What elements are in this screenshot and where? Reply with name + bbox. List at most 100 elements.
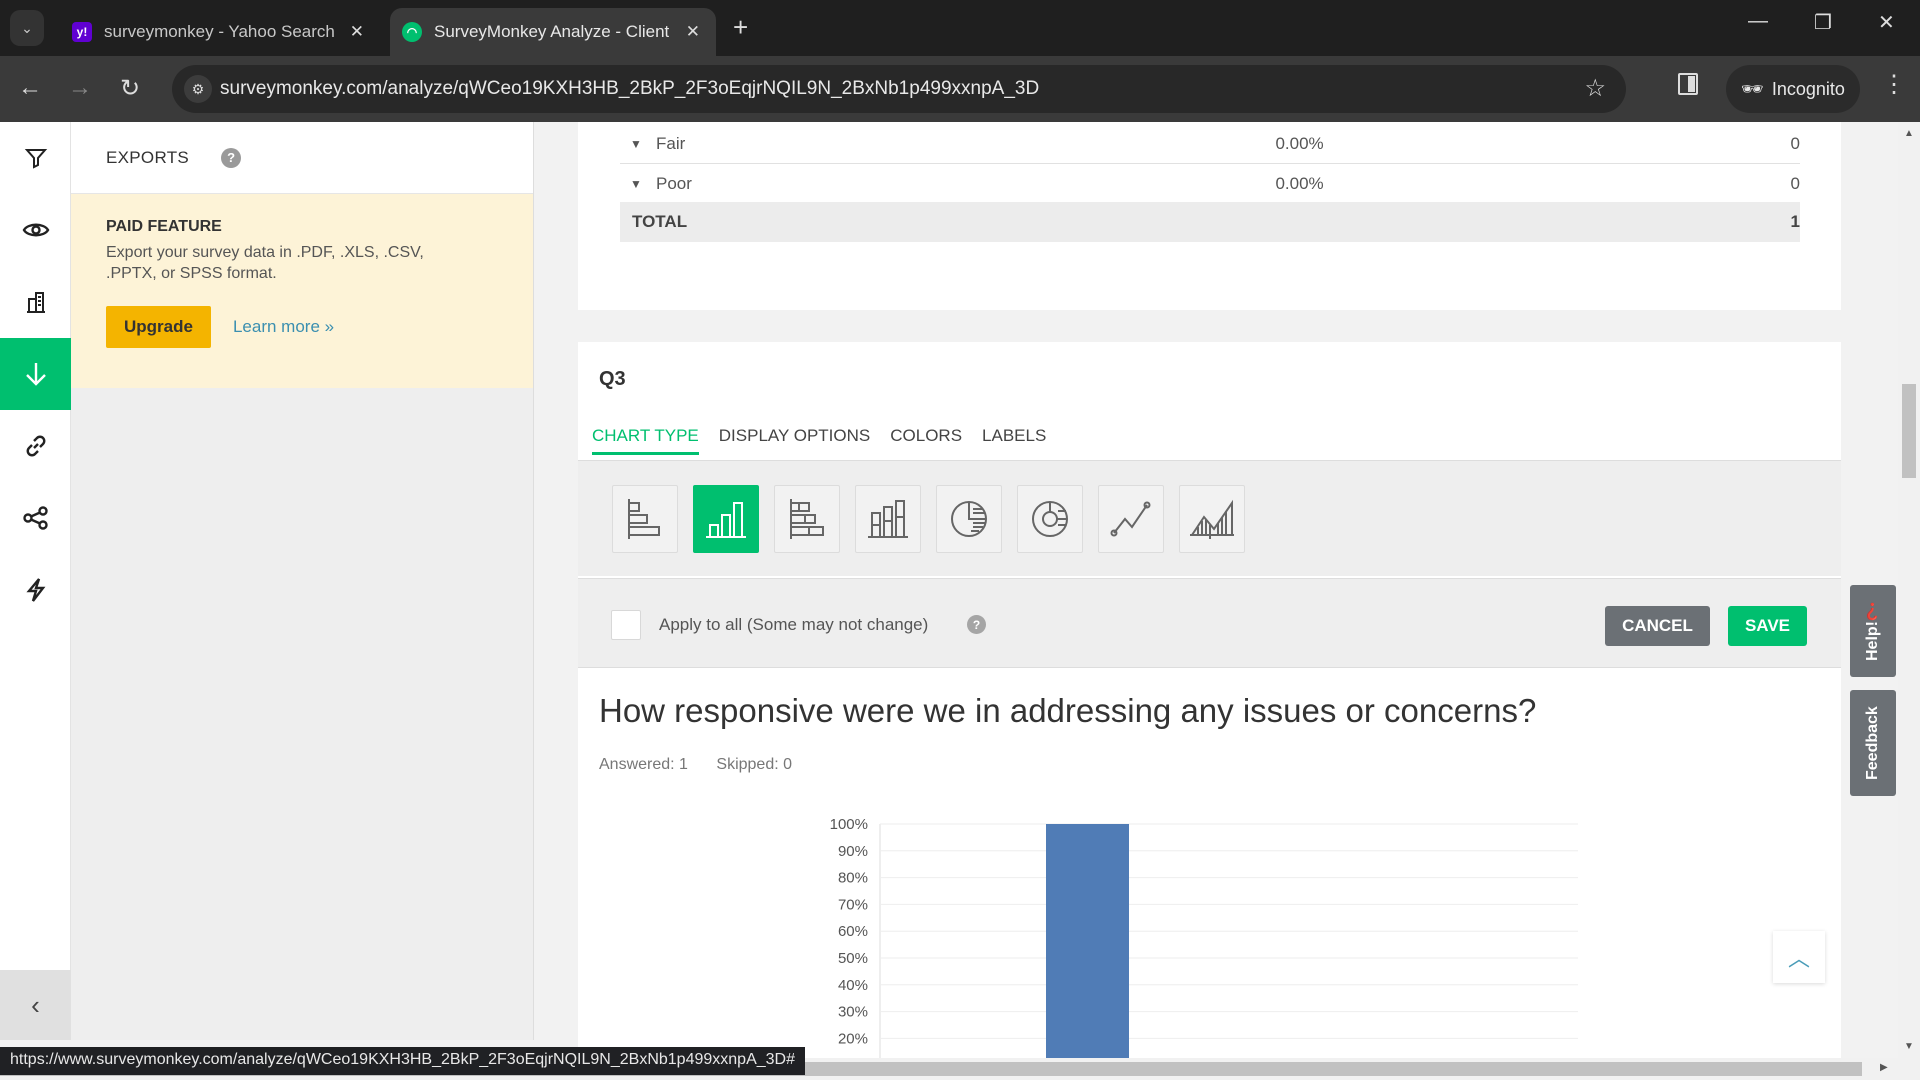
scroll-up-arrow[interactable]: ▲ — [1904, 128, 1914, 139]
chart-type-line[interactable] — [1098, 485, 1164, 553]
left-icon-rail: ‹ — [0, 122, 71, 1040]
upgrade-button[interactable]: Upgrade — [106, 306, 211, 348]
paid-feature-description: Export your survey data in .PDF, .XLS, .… — [106, 244, 424, 282]
y-tick-label: 90% — [838, 843, 868, 860]
save-button[interactable]: SAVE — [1728, 606, 1807, 646]
response-chart: 100% 90% 80% 70% 60% 50% 40% 30% 20% — [830, 816, 1578, 1060]
table-row: ▼ Poor 0.00% 0 — [620, 164, 1800, 204]
tab-label: SurveyMonkey Analyze - Client — [434, 22, 669, 41]
scroll-down-arrow[interactable]: ▼ — [1904, 1041, 1914, 1052]
bookmark-star-icon[interactable]: ☆ — [1584, 74, 1606, 103]
caret-down-icon[interactable]: ▼ — [620, 177, 656, 191]
lightning-icon — [25, 578, 45, 602]
new-tab-button[interactable]: + — [733, 12, 748, 43]
rail-filter[interactable] — [0, 122, 71, 194]
answer-percent: 0.00% — [1275, 173, 1324, 193]
address-bar[interactable]: ⚙ surveymonkey.com/analyze/qWCeo19KXH3HB… — [172, 65, 1626, 113]
apply-to-all-checkbox[interactable] — [611, 610, 641, 640]
help-side-tab[interactable]: Help! ❓ — [1850, 585, 1896, 677]
help-tab-label: Help! — [1864, 620, 1881, 661]
y-tick-label: 40% — [838, 977, 868, 994]
tab-labels[interactable]: LABELS — [982, 426, 1046, 455]
forward-icon[interactable]: → — [68, 74, 92, 102]
chart-type-donut[interactable] — [1017, 485, 1083, 553]
chart-type-selector — [578, 460, 1841, 576]
rail-benchmark[interactable] — [0, 266, 71, 338]
paid-feature-notice: PAID FEATURE Export your survey data in … — [71, 194, 533, 388]
tab-list-button[interactable]: ⌄ — [10, 10, 44, 46]
table-row: ▼ Fair 0.00% 0 — [620, 124, 1800, 164]
rail-links[interactable] — [0, 410, 71, 482]
rail-view[interactable] — [0, 194, 71, 266]
chart-type-stacked-vertical[interactable] — [855, 485, 921, 553]
apply-bar: Apply to all (Some may not change) ? CAN… — [578, 578, 1841, 668]
site-info-icon[interactable]: ⚙ — [184, 75, 212, 103]
answer-label: Poor — [655, 173, 692, 193]
y-tick-label: 30% — [838, 1004, 868, 1021]
chart-type-area[interactable] — [1179, 485, 1245, 553]
browser-menu-icon[interactable]: ⋮ — [1882, 70, 1906, 99]
close-tab-icon[interactable]: ✕ — [350, 22, 364, 42]
surveymonkey-icon: ◠ — [402, 22, 422, 42]
browser-toolbar: ← → ↻ ⚙ surveymonkey.com/analyze/qWCeo19… — [0, 56, 1920, 122]
chart-type-horizontal-bar[interactable] — [612, 485, 678, 553]
area-chart-icon — [1190, 499, 1234, 539]
share-icon — [22, 506, 48, 530]
table-total-row: TOTAL 1 — [620, 202, 1800, 242]
yahoo-icon: y! — [72, 22, 92, 42]
previous-question-card: ▼ Fair 0.00% 0 ▼ Poor 0.00% 0 TOTAL 1 — [578, 122, 1841, 310]
url-text[interactable]: surveymonkey.com/analyze/qWCeo19KXH3HB_2… — [220, 78, 1039, 100]
back-icon[interactable]: ← — [18, 74, 42, 102]
help-icon[interactable]: ? — [221, 147, 242, 168]
answer-label: Fair — [655, 133, 686, 153]
reload-icon[interactable]: ↻ — [120, 74, 140, 103]
skipped-count: Skipped: 0 — [716, 756, 792, 773]
collapse-panel-button[interactable]: ‹ — [0, 970, 71, 1040]
status-bar-url: https://www.surveymonkey.com/analyze/qWC… — [0, 1047, 805, 1075]
minimize-icon[interactable]: — — [1748, 10, 1768, 33]
chevron-left-icon: ‹ — [31, 989, 40, 1020]
side-panel-icon[interactable] — [1678, 73, 1698, 95]
tab-strip: ⌄ y! surveymonkey - Yahoo Search R ✕ ◠ S… — [0, 0, 1920, 56]
total-count: 1 — [1790, 212, 1800, 231]
feedback-side-tab[interactable]: Feedback — [1850, 690, 1896, 796]
tab-chart-type[interactable]: CHART TYPE — [592, 426, 699, 455]
y-tick-label: 100% — [830, 816, 868, 833]
learn-more-link[interactable]: Learn more » — [233, 317, 334, 337]
answer-count: 0 — [1790, 133, 1800, 153]
help-icon[interactable]: ? — [967, 615, 986, 634]
vertical-scroll-thumb[interactable] — [1902, 384, 1916, 478]
horizontal-bar-chart-icon — [628, 499, 660, 539]
scroll-right-arrow[interactable]: ▶ — [1880, 1062, 1888, 1073]
browser-chrome: ⌄ y! surveymonkey - Yahoo Search R ✕ ◠ S… — [0, 0, 1920, 122]
restore-icon[interactable]: ❐ — [1814, 10, 1832, 35]
y-tick-label: 60% — [838, 923, 868, 940]
browser-tab-surveymonkey[interactable]: ◠ SurveyMonkey Analyze - Client ✕ — [390, 8, 716, 56]
exports-header: EXPORTS ? — [71, 122, 533, 194]
close-tab-icon[interactable]: ✕ — [686, 22, 700, 42]
caret-down-icon[interactable]: ▼ — [620, 137, 656, 151]
vertical-bar-chart-icon — [706, 502, 746, 538]
back-to-top-button[interactable]: ︿ — [1773, 931, 1825, 983]
rail-integrations[interactable] — [0, 554, 71, 626]
browser-tab-yahoo[interactable]: y! surveymonkey - Yahoo Search R ✕ — [60, 8, 380, 56]
chart-type-vertical-bar[interactable] — [693, 485, 759, 553]
incognito-label: Incognito — [1771, 78, 1845, 99]
rail-exports[interactable] — [0, 338, 71, 410]
tab-display-options[interactable]: DISPLAY OPTIONS — [719, 426, 870, 455]
chart-type-stacked-horizontal[interactable] — [774, 485, 840, 553]
download-icon — [25, 363, 46, 386]
close-window-icon[interactable]: ✕ — [1878, 10, 1895, 35]
vertical-scrollbar[interactable]: ▲ ▼ — [1898, 122, 1920, 1058]
building-icon — [26, 292, 45, 313]
tab-colors[interactable]: COLORS — [890, 426, 962, 455]
answer-percent: 0.00% — [1275, 133, 1324, 153]
answer-count: 0 — [1790, 173, 1800, 193]
incognito-badge[interactable]: 🕶 Incognito — [1726, 65, 1860, 113]
paid-feature-title: PAID FEATURE — [106, 218, 222, 235]
chart-type-pie[interactable] — [936, 485, 1002, 553]
question-stats: Answered: 1 Skipped: 0 — [599, 756, 816, 774]
cancel-button[interactable]: CANCEL — [1605, 606, 1710, 646]
rail-share[interactable] — [0, 482, 71, 554]
bar[interactable] — [1046, 824, 1129, 1060]
